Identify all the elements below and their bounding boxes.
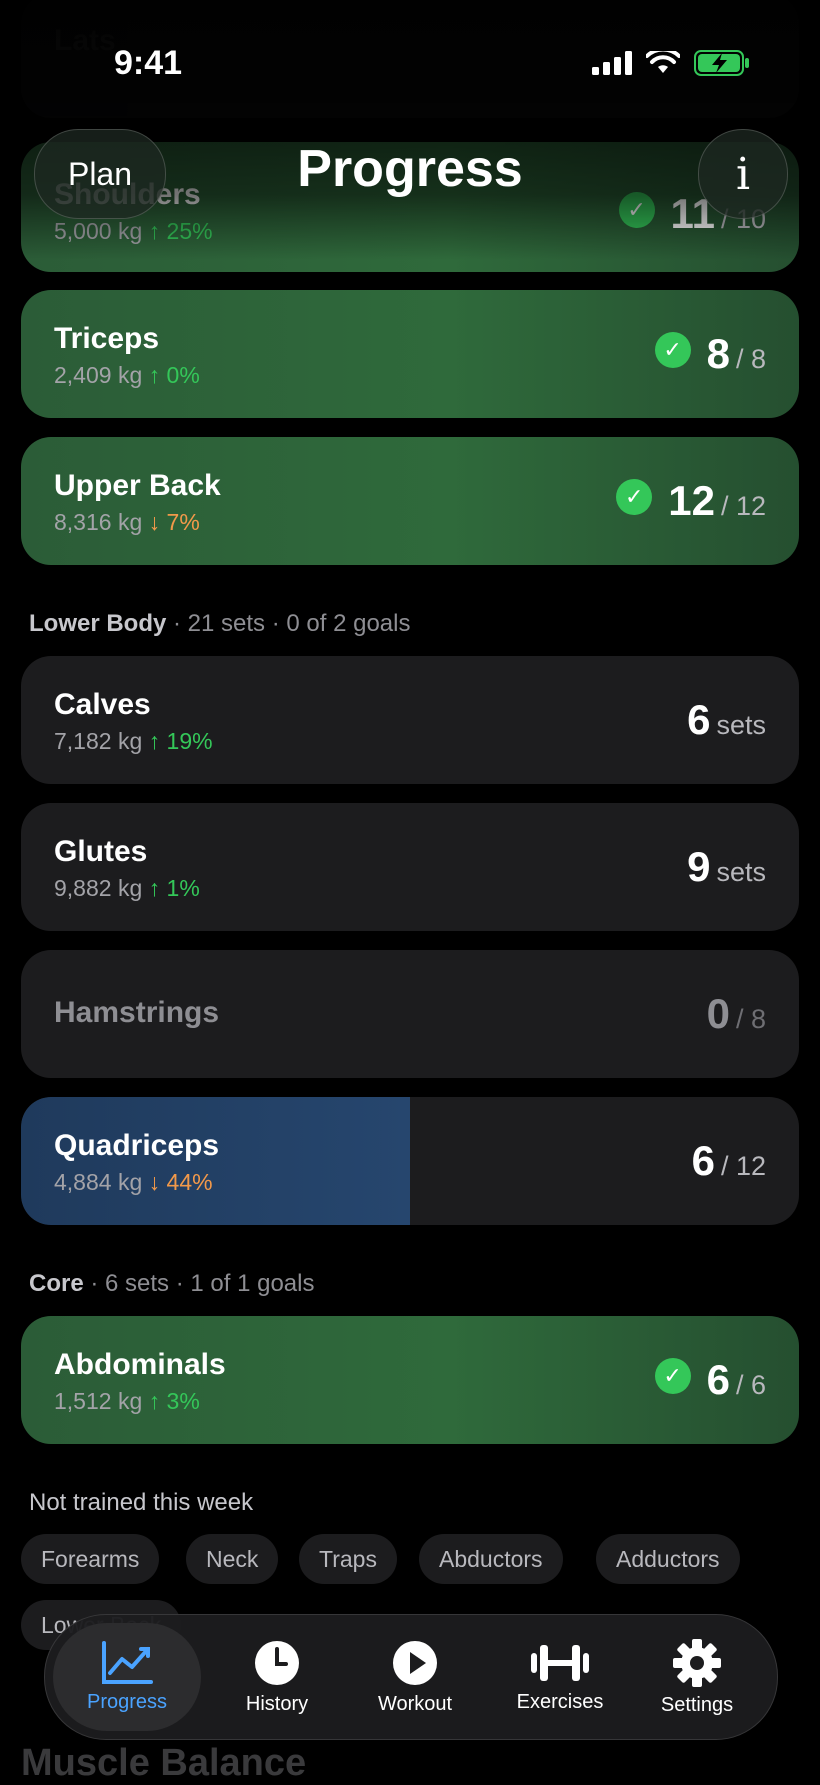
calves-name: Calves: [54, 688, 151, 721]
upper-back-card[interactable]: Upper Back 8,316 kg ↓ 7% ✓ 12/ 12: [21, 437, 799, 565]
info-button[interactable]: i: [698, 129, 788, 219]
glutes-stats: 9,882 kg ↑ 1%: [54, 875, 200, 901]
hamstrings-name: Hamstrings: [54, 996, 220, 1029]
triceps-name: Triceps: [54, 322, 160, 355]
clock-icon: [255, 1640, 299, 1685]
quadriceps-stats: 4,884 kg ↓ 44%: [54, 1169, 213, 1195]
chip-forearms[interactable]: Forearms: [21, 1534, 160, 1584]
triceps-card[interactable]: Triceps 2,409 kg ↑ 0% ✓ 8/ 8: [21, 290, 799, 418]
muscle-balance-title: Muscle Balance: [21, 1742, 307, 1784]
chip-traps[interactable]: Traps: [299, 1534, 397, 1584]
triceps-count: ✓ 8/ 8: [654, 330, 766, 378]
glutes-name: Glutes: [54, 835, 148, 868]
triceps-stats: 2,409 kg ↑ 0%: [54, 362, 200, 388]
status-bar: 9:41: [0, 0, 820, 120]
nav-header: Plan Progress i: [0, 125, 820, 225]
quadriceps-name: Quadriceps: [54, 1129, 220, 1162]
upper-back-count: ✓ 12/ 12: [616, 477, 766, 525]
battery-charging-icon: [694, 50, 749, 76]
play-icon: [393, 1640, 437, 1685]
chip-abductors[interactable]: Abductors: [419, 1534, 563, 1584]
tab-workout[interactable]: Workout: [345, 1623, 485, 1731]
quadriceps-count: 6/ 12: [691, 1137, 766, 1184]
page-title: Progress: [297, 140, 523, 198]
gear-icon: [673, 1638, 721, 1687]
tab-exercises-label: Exercises: [516, 1690, 604, 1713]
tab-settings-label: Settings: [660, 1693, 734, 1716]
tab-workout-label: Workout: [377, 1692, 453, 1715]
chart-icon: [102, 1640, 153, 1684]
abdominals-name: Abdominals: [54, 1348, 226, 1381]
info-icon: i: [735, 148, 751, 200]
hamstrings-count: 0/ 8: [706, 990, 766, 1037]
check-icon: ✓: [654, 1358, 691, 1394]
abdominals-count: ✓ 6/ 6: [654, 1356, 766, 1404]
wifi-icon: [646, 51, 680, 73]
lower-body-header: Lower Body · 21 sets · 0 of 2 goals: [29, 610, 411, 637]
calves-count: 6 sets: [687, 696, 766, 743]
abdominals-stats: 1,512 kg ↑ 3%: [54, 1388, 200, 1414]
upper-back-name: Upper Back: [54, 469, 221, 502]
chip-neck[interactable]: Neck: [186, 1534, 279, 1584]
calves-stats: 7,182 kg ↑ 19%: [54, 728, 213, 754]
calves-card[interactable]: Calves 7,182 kg ↑ 19% 6 sets: [21, 656, 799, 784]
chip-adductors[interactable]: Adductors: [596, 1534, 740, 1584]
check-icon: ✓: [616, 479, 653, 515]
upper-back-stats: 8,316 kg ↓ 7%: [54, 509, 200, 535]
tab-exercises[interactable]: Exercises: [485, 1623, 635, 1731]
core-header: Core · 6 sets · 1 of 1 goals: [29, 1270, 315, 1297]
tab-settings[interactable]: Settings: [625, 1623, 769, 1731]
tab-progress-label: Progress: [86, 1690, 168, 1713]
dumbbell-icon: [531, 1644, 589, 1681]
tab-history-label: History: [245, 1692, 309, 1715]
status-icons: [592, 50, 750, 76]
signal-icon: [592, 51, 632, 75]
glutes-count: 9 sets: [687, 843, 766, 890]
tab-bar: Progress History Workout Exercises Setti…: [44, 1614, 778, 1740]
check-icon: ✓: [654, 332, 691, 368]
tab-progress[interactable]: Progress: [53, 1623, 201, 1731]
abdominals-card[interactable]: Abdominals 1,512 kg ↑ 3% ✓ 6/ 6: [21, 1316, 799, 1444]
not-trained-header: Not trained this week: [29, 1489, 254, 1516]
glutes-card[interactable]: Glutes 9,882 kg ↑ 1% 9 sets: [21, 803, 799, 931]
quadriceps-card[interactable]: Quadriceps 4,884 kg ↓ 44% 6/ 12: [21, 1097, 799, 1225]
hamstrings-card[interactable]: Hamstrings 0/ 8: [21, 950, 799, 1078]
status-time: 9:41: [114, 44, 183, 82]
tab-history[interactable]: History: [207, 1623, 347, 1731]
